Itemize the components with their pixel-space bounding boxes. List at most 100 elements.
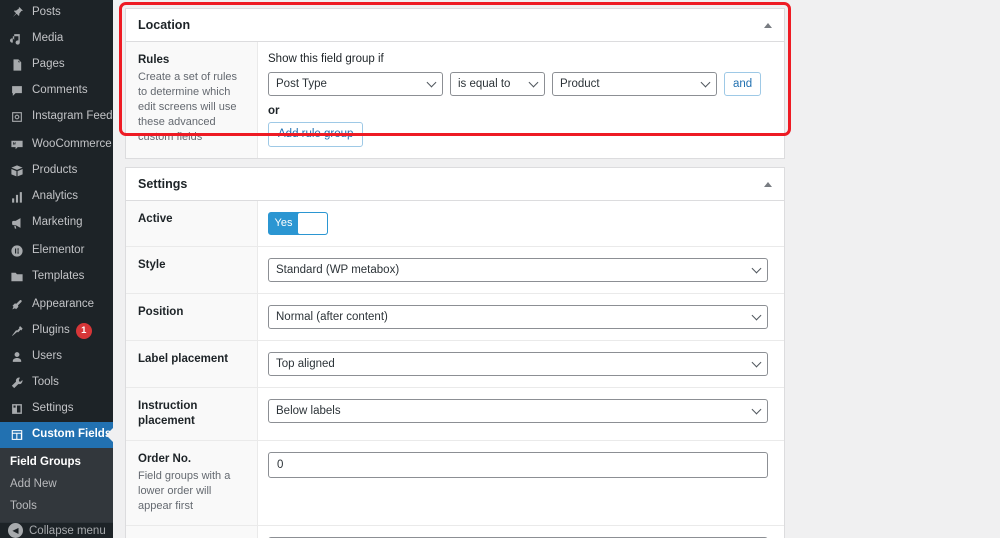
settings-panel: Settings Active Yes Style Standard (WP m… (125, 167, 785, 538)
settings-panel-header[interactable]: Settings (126, 168, 784, 201)
sidebar-item-products[interactable]: Products (0, 158, 113, 184)
style-label: Style (138, 259, 166, 271)
sidebar-item-label: Templates (32, 270, 85, 283)
sidebar-item-appearance[interactable]: Appearance (0, 292, 113, 318)
sidebar-item-woocommerce[interactable]: WooCommerce (0, 132, 113, 158)
sidebar-item-settings[interactable]: Settings (0, 396, 113, 422)
submenu-item-field-groups[interactable]: Field Groups (0, 451, 113, 473)
rules-label-cell: Rules Create a set of rules to determine… (126, 42, 258, 158)
active-toggle-text: Yes (274, 217, 293, 229)
settings-panel-title: Settings (138, 177, 188, 191)
order-no-label: Order No. (138, 453, 192, 465)
rule-param-select[interactable]: Post Type (268, 72, 443, 96)
settings-icon (8, 400, 26, 418)
sidebar-item-label: Products (32, 164, 78, 177)
sidebar-item-label: Elementor (32, 244, 85, 257)
templates-icon (8, 268, 26, 286)
collapse-menu-button[interactable]: ◀ Collapse menu (0, 522, 113, 538)
sidebar-item-instagram-feeds[interactable]: Instagram Feeds (0, 104, 113, 130)
sidebar-item-templates[interactable]: Templates (0, 264, 113, 290)
settings-row-order-no: Order No. Field groups with a lower orde… (126, 441, 784, 526)
rule-param-value: Post Type (276, 78, 327, 90)
active-label: Active (138, 213, 173, 225)
location-panel: Location Rules Create a set of rules to … (125, 8, 785, 159)
label-placement-label: Label placement (138, 353, 229, 365)
rules-label: Rules (138, 54, 170, 66)
order-no-input[interactable]: 0 (268, 452, 768, 478)
rules-description: Create a set of rules to determine which… (138, 71, 238, 143)
settings-row-active: Active Yes (126, 201, 784, 247)
submenu-item-add-new[interactable]: Add New (0, 473, 113, 495)
appearance-icon (8, 296, 26, 314)
rule-operator-select[interactable]: is equal to (450, 72, 545, 96)
comment-icon (8, 82, 26, 100)
sidebar-item-label: Pages (32, 58, 65, 71)
sidebar-item-elementor[interactable]: Elementor (0, 238, 113, 264)
sidebar-item-label: Posts (32, 6, 61, 19)
order-no-label-cell: Order No. Field groups with a lower orde… (126, 441, 258, 525)
instruction-placement-label-cell: Instruction placement (126, 388, 258, 440)
instruction-placement-field-cell: Below labels (258, 388, 784, 440)
order-no-description: Field groups with a lower order will app… (138, 470, 231, 512)
sidebar-item-users[interactable]: Users (0, 344, 113, 370)
position-value: Normal (after content) (276, 311, 388, 323)
analytics-icon (8, 188, 26, 206)
sidebar-item-media[interactable]: Media (0, 26, 113, 52)
elementor-icon (8, 242, 26, 260)
sidebar-item-tools[interactable]: Tools (0, 370, 113, 396)
sidebar-item-label: Custom Fields (32, 428, 112, 441)
sidebar-item-posts[interactable]: Posts (0, 0, 113, 26)
instruction-placement-select[interactable]: Below labels (268, 399, 768, 423)
admin-sidebar: Posts Media Pages Comments Instagram Fee… (0, 0, 113, 538)
add-and-rule-button[interactable]: and (724, 72, 762, 96)
caret-up-icon[interactable] (764, 22, 772, 28)
location-panel-title: Location (138, 18, 191, 32)
position-field-cell: Normal (after content) (258, 294, 784, 340)
menu-group-builder: Elementor Templates (0, 238, 113, 290)
woocommerce-icon (8, 136, 26, 154)
sidebar-item-label: Settings (32, 402, 74, 415)
instruction-placement-label: Instruction placement (138, 400, 198, 427)
style-label-cell: Style (126, 247, 258, 293)
add-rule-group-button[interactable]: Add rule group (268, 122, 364, 147)
marketing-icon (8, 214, 26, 232)
menu-group-admin: Appearance Plugins 1 Users Tools Setting… (0, 292, 113, 448)
caret-up-icon[interactable] (764, 181, 772, 187)
sidebar-item-label: Plugins (32, 324, 70, 337)
rules-field-cell: Show this field group if Post Type is eq… (258, 42, 784, 158)
wordpress-admin-screen: Posts Media Pages Comments Instagram Fee… (0, 0, 1000, 538)
rule-operator-value: is equal to (458, 78, 511, 90)
sidebar-item-label: Marketing (32, 216, 83, 229)
rule-value-select[interactable]: Product (552, 72, 717, 96)
active-toggle[interactable]: Yes (268, 212, 328, 235)
active-toggle-knob (298, 213, 327, 234)
label-placement-select[interactable]: Top aligned (268, 352, 768, 376)
sidebar-item-plugins[interactable]: Plugins 1 (0, 318, 113, 344)
label-placement-label-cell: Label placement (126, 341, 258, 387)
location-panel-header[interactable]: Location (126, 9, 784, 42)
sidebar-item-marketing[interactable]: Marketing (0, 210, 113, 236)
collapse-menu-label: Collapse menu (29, 524, 106, 537)
active-label-cell: Active (126, 201, 258, 246)
chevron-down-icon (751, 357, 762, 368)
style-select[interactable]: Standard (WP metabox) (268, 258, 768, 282)
plugins-icon (8, 322, 26, 340)
tools-icon (8, 374, 26, 392)
chevron-down-icon (700, 77, 711, 88)
sidebar-item-analytics[interactable]: Analytics (0, 184, 113, 210)
submenu-item-tools[interactable]: Tools (0, 495, 113, 517)
sidebar-item-label: WooCommerce (32, 138, 112, 151)
settings-row-label-placement: Label placement Top aligned (126, 341, 784, 388)
rule-value-value: Product (560, 78, 600, 90)
instruction-placement-value: Below labels (276, 405, 341, 417)
media-icon (8, 30, 26, 48)
active-field-cell: Yes (258, 201, 784, 246)
sidebar-item-comments[interactable]: Comments (0, 78, 113, 104)
show-field-group-if-caption: Show this field group if (268, 53, 384, 65)
sidebar-item-custom-fields[interactable]: Custom Fields (0, 422, 113, 448)
settings-row-instruction-placement: Instruction placement Below labels (126, 388, 784, 441)
sidebar-item-pages[interactable]: Pages (0, 52, 113, 78)
menu-group-content: Posts Media Pages Comments Instagram Fee… (0, 0, 113, 130)
position-select[interactable]: Normal (after content) (268, 305, 768, 329)
location-rules-row: Rules Create a set of rules to determine… (126, 42, 784, 158)
